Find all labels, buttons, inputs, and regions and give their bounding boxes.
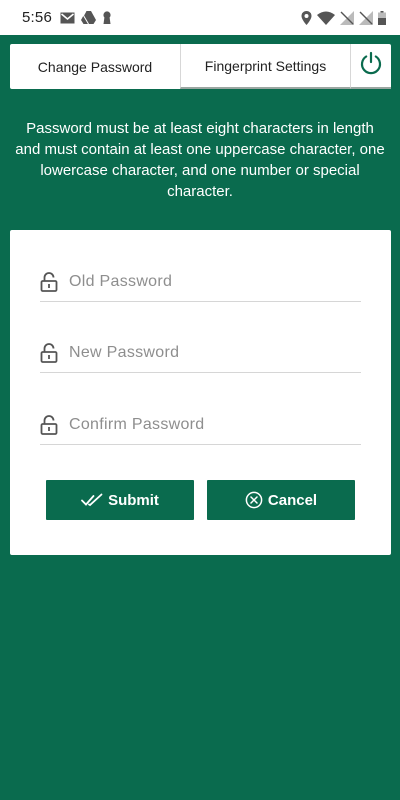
lock-icon	[40, 414, 60, 436]
double-check-icon	[81, 493, 103, 507]
power-icon	[359, 51, 383, 80]
submit-button-label: Submit	[108, 491, 159, 509]
tab-change-password-label: Change Password	[37, 58, 153, 75]
signal-off-icon	[359, 10, 373, 25]
tab-fingerprint-settings[interactable]: Fingerprint Settings	[180, 44, 350, 89]
old-password-input[interactable]	[69, 272, 349, 291]
close-circle-icon	[245, 491, 263, 509]
lock-icon	[40, 342, 60, 364]
tab-fingerprint-settings-label: Fingerprint Settings	[204, 57, 327, 74]
tab-change-password[interactable]: Change Password	[10, 44, 180, 89]
status-time: 5:56	[22, 9, 52, 26]
new-password-field	[40, 333, 361, 373]
battery-icon	[378, 10, 386, 25]
cancel-button-label: Cancel	[267, 491, 318, 509]
drive-icon	[81, 11, 96, 24]
wifi-icon	[317, 11, 335, 25]
status-bar: 5:56	[0, 0, 400, 35]
status-notification-icons	[60, 11, 112, 24]
lock-icon	[40, 271, 60, 293]
cancel-button[interactable]: Cancel	[207, 480, 355, 520]
confirm-password-input[interactable]	[69, 415, 349, 434]
password-requirements-text: Password must be at least eight characte…	[15, 120, 385, 200]
gmail-icon	[60, 12, 75, 24]
tab-bar: Change Password Fingerprint Settings	[10, 44, 391, 89]
submit-button[interactable]: Submit	[46, 480, 194, 520]
change-password-form: Submit Cancel	[10, 230, 391, 555]
status-system-icons	[301, 10, 386, 25]
new-password-input[interactable]	[69, 343, 349, 362]
confirm-password-field	[40, 405, 361, 445]
status-left: 5:56	[22, 9, 112, 26]
location-icon	[301, 10, 312, 25]
signal-off-icon	[340, 10, 354, 25]
old-password-field	[40, 262, 361, 302]
keyhole-icon	[102, 11, 112, 24]
power-button[interactable]	[350, 44, 391, 89]
